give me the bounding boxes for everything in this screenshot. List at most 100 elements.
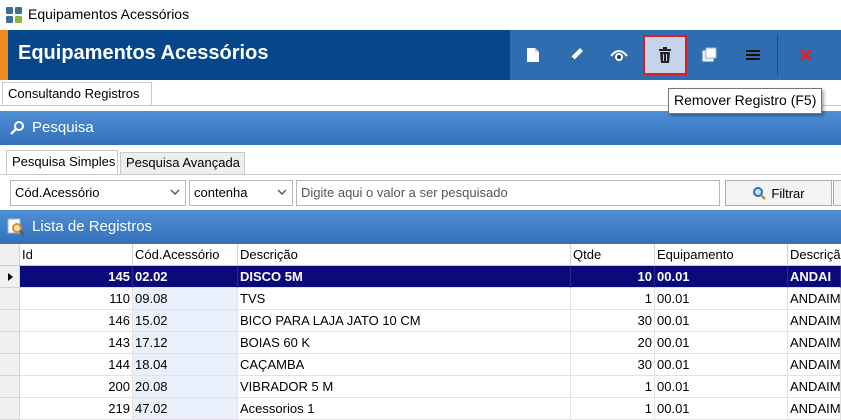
cell-qtde[interactable]: 10 xyxy=(571,266,655,288)
pencil-icon xyxy=(571,48,583,60)
cell-qtde[interactable]: 1 xyxy=(571,376,655,398)
view-button[interactable] xyxy=(599,37,639,73)
row-indicator[interactable] xyxy=(0,398,20,420)
table-row[interactable]: 143 17.12 BOIAS 60 K 20 00.01 ANDAIM xyxy=(0,332,841,354)
grid-corner xyxy=(0,244,20,266)
cell-id[interactable]: 146 xyxy=(20,310,133,332)
column-header-descricao[interactable]: Descrição xyxy=(238,244,571,266)
cell-descricao[interactable]: BOIAS 60 K xyxy=(238,332,571,354)
table-row[interactable]: 146 15.02 BICO PARA LAJA JATO 10 CM 30 00.01… xyxy=(0,310,841,332)
window-title: Equipamentos Acessórios xyxy=(28,6,190,22)
tab-pesquisa-avancada[interactable]: Pesquisa Avançada xyxy=(120,152,245,174)
cell-cod[interactable]: 18.04 xyxy=(133,354,238,376)
eye-icon xyxy=(610,50,628,61)
close-button[interactable] xyxy=(786,37,826,73)
list-search-icon xyxy=(7,218,25,236)
cell-descricao[interactable]: VIBRADOR 5 M xyxy=(238,376,571,398)
cell-descricao-equip[interactable]: ANDAIM xyxy=(788,288,841,310)
cell-qtde[interactable]: 1 xyxy=(571,288,655,310)
cell-equipamento[interactable]: 00.01 xyxy=(655,310,788,332)
search-section-header[interactable]: Pesquisa xyxy=(0,111,841,145)
operator-select[interactable]: contenha xyxy=(189,180,293,206)
column-header-id[interactable]: Id xyxy=(20,244,133,266)
filter-button[interactable]: Filtrar xyxy=(725,180,832,206)
column-header-equipamento[interactable]: Equipamento xyxy=(655,244,788,266)
cell-cod[interactable]: 09.08 xyxy=(133,288,238,310)
table-row[interactable]: 219 47.02 Acessorios 1 1 00.01 ANDAIM xyxy=(0,398,841,420)
cell-cod[interactable]: 02.02 xyxy=(133,266,238,288)
column-header-cod[interactable]: Cód.Acessório xyxy=(133,244,238,266)
row-indicator[interactable] xyxy=(0,310,20,332)
cell-equipamento[interactable]: 00.01 xyxy=(655,398,788,420)
tab-pesquisa-simples[interactable]: Pesquisa Simples xyxy=(6,150,118,174)
cell-id[interactable]: 144 xyxy=(20,354,133,376)
cell-qtde[interactable]: 30 xyxy=(571,354,655,376)
row-indicator[interactable] xyxy=(0,332,20,354)
cell-equipamento[interactable]: 00.01 xyxy=(655,288,788,310)
filter-button-label: Filtrar xyxy=(771,185,805,201)
cell-qtde[interactable]: 20 xyxy=(571,332,655,354)
new-button[interactable] xyxy=(513,37,553,73)
cell-descricao-equip[interactable]: ANDAIM xyxy=(788,332,841,354)
cell-descricao-equip[interactable]: ANDAIM xyxy=(788,354,841,376)
list-section-header[interactable]: Lista de Registros xyxy=(0,210,841,244)
cell-cod[interactable]: 47.02 xyxy=(133,398,238,420)
cell-cod[interactable]: 20.08 xyxy=(133,376,238,398)
menu-button[interactable] xyxy=(733,37,773,73)
field-select[interactable]: Cód.Acessório xyxy=(10,180,186,206)
cell-equipamento[interactable]: 00.01 xyxy=(655,376,788,398)
search-section-title: Pesquisa xyxy=(32,119,94,136)
chevron-down-icon xyxy=(277,189,287,195)
row-indicator[interactable] xyxy=(0,266,20,288)
cell-qtde[interactable]: 1 xyxy=(571,398,655,420)
cell-id[interactable]: 200 xyxy=(20,376,133,398)
table-row[interactable]: 144 18.04 CAÇAMBA 30 00.01 ANDAIM xyxy=(0,354,841,376)
cell-equipamento[interactable]: 00.01 xyxy=(655,332,788,354)
column-header-descricao-equip[interactable]: Descriçã xyxy=(788,244,841,266)
cell-descricao[interactable]: DISCO 5M xyxy=(238,266,571,288)
table-row[interactable]: 200 20.08 VIBRADOR 5 M 1 00.01 ANDAIM xyxy=(0,376,841,398)
chevron-down-icon xyxy=(170,189,180,195)
cell-cod[interactable]: 15.02 xyxy=(133,310,238,332)
list-section-title: Lista de Registros xyxy=(32,218,153,235)
tab-consultando-registros[interactable]: Consultando Registros xyxy=(2,82,152,106)
cell-descricao-equip[interactable]: ANDAIM xyxy=(788,310,841,332)
app-icon xyxy=(6,7,22,23)
edit-button[interactable] xyxy=(556,37,596,73)
close-icon xyxy=(800,49,812,61)
cell-id[interactable]: 145 xyxy=(20,266,133,288)
row-indicator[interactable] xyxy=(0,376,20,398)
table-row[interactable]: 145 02.02 DISCO 5M 10 00.01 ANDAI xyxy=(0,266,841,288)
extra-button[interactable] xyxy=(833,180,841,206)
header-accent-bar xyxy=(0,30,8,80)
cell-descricao[interactable]: Acessorios 1 xyxy=(238,398,571,420)
search-input-placeholder: Digite aqui o valor a ser pesquisado xyxy=(301,185,508,200)
cell-descricao[interactable]: TVS xyxy=(238,288,571,310)
search-input[interactable]: Digite aqui o valor a ser pesquisado xyxy=(296,180,720,206)
records-grid: Id Cód.Acessório Descrição Qtde Equipame… xyxy=(0,244,841,420)
cell-id[interactable]: 110 xyxy=(20,288,133,310)
cell-descricao-equip[interactable]: ANDAI xyxy=(788,266,841,288)
cell-equipamento[interactable]: 00.01 xyxy=(655,354,788,376)
hamburger-icon xyxy=(746,50,760,60)
row-indicator[interactable] xyxy=(0,288,20,310)
row-indicator[interactable] xyxy=(0,354,20,376)
toolbar-separator xyxy=(777,34,778,76)
cell-equipamento[interactable]: 00.01 xyxy=(655,266,788,288)
cell-descricao-equip[interactable]: ANDAIM xyxy=(788,376,841,398)
search-icon xyxy=(753,187,767,200)
trash-icon xyxy=(659,47,671,63)
cell-descricao-equip[interactable]: ANDAIM xyxy=(788,398,841,420)
operator-select-value: contenha xyxy=(194,185,248,200)
cell-descricao[interactable]: CAÇAMBA xyxy=(238,354,571,376)
search-tabs-border xyxy=(0,174,841,175)
cell-descricao[interactable]: BICO PARA LAJA JATO 10 CM xyxy=(238,310,571,332)
cell-cod[interactable]: 17.12 xyxy=(133,332,238,354)
cell-id[interactable]: 219 xyxy=(20,398,133,420)
cell-id[interactable]: 143 xyxy=(20,332,133,354)
column-header-qtde[interactable]: Qtde xyxy=(571,244,655,266)
cell-qtde[interactable]: 30 xyxy=(571,310,655,332)
remove-button[interactable] xyxy=(643,35,687,75)
table-row[interactable]: 110 09.08 TVS 1 00.01 ANDAIM xyxy=(0,288,841,310)
copy-button[interactable] xyxy=(689,37,729,73)
